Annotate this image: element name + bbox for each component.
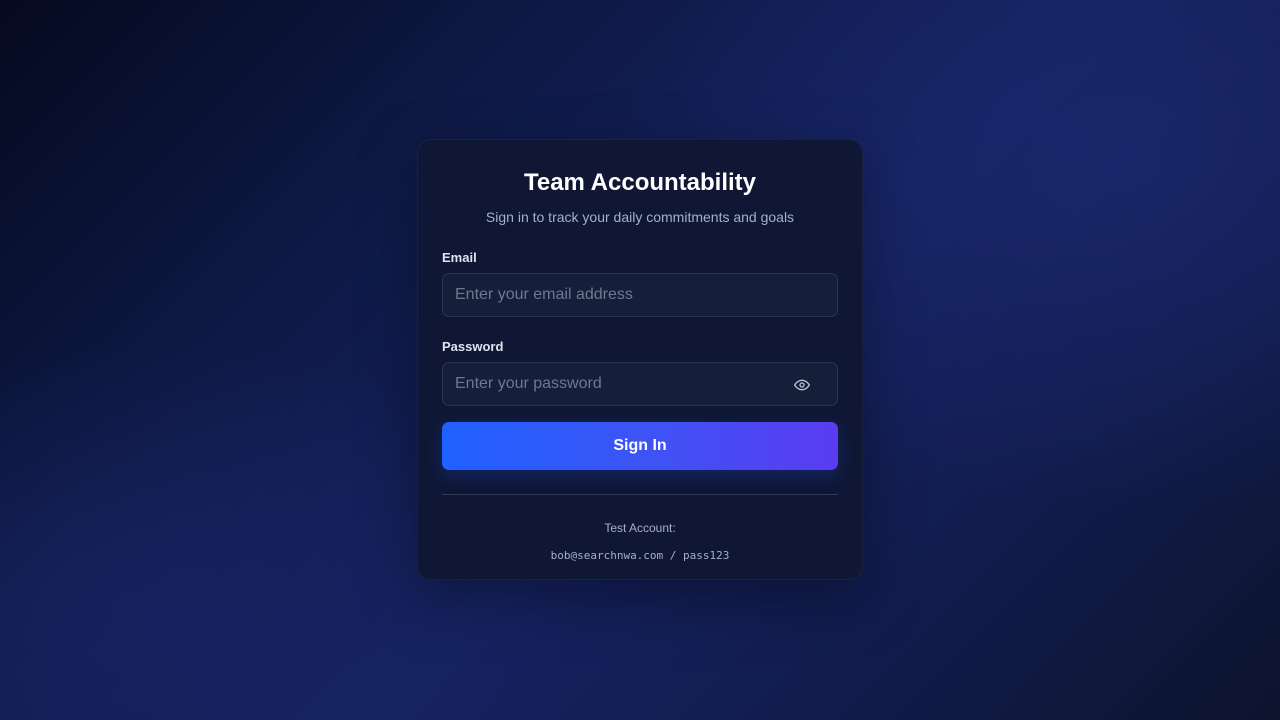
page-title: Team Accountability: [523, 169, 757, 196]
test-account-label: Test Account:: [604, 521, 676, 535]
login-card: Team Accountability Sign in to track you…: [417, 139, 863, 580]
email-field-wrapper: [442, 273, 838, 317]
test-account-credentials: bob@searchnwa.com / pass123: [550, 549, 730, 562]
email-label: Email: [442, 250, 477, 265]
email-field[interactable]: [443, 274, 837, 316]
page-subtitle: Sign in to track your daily commitments …: [485, 209, 795, 225]
password-field[interactable]: [443, 363, 837, 405]
sign-in-button[interactable]: Sign In: [442, 422, 838, 470]
divider: [442, 494, 838, 495]
password-field-wrapper: [442, 362, 838, 406]
eye-icon[interactable]: [793, 376, 811, 394]
password-label: Password: [442, 339, 504, 354]
